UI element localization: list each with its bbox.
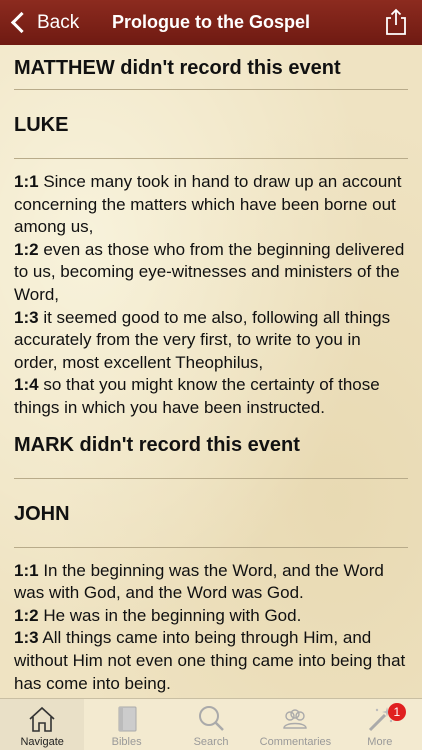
verse-number: 1:4	[14, 375, 39, 395]
tab-label: Navigate	[20, 736, 64, 748]
luke-heading: LUKE	[14, 114, 69, 136]
verse-text: He was in the beginning with God.	[43, 605, 302, 625]
luke-verses: 1:1 Since many took in hand to draw up a…	[14, 171, 408, 420]
tab-search[interactable]: Search	[169, 699, 253, 750]
share-icon[interactable]	[384, 8, 408, 36]
john-verses: 1:1 In the beginning was the Word, and t…	[14, 560, 408, 696]
verse-number: 1:3	[14, 307, 39, 327]
people-icon	[283, 709, 308, 729]
verse-text: In the beginning was the Word, and the W…	[14, 560, 384, 603]
notification-badge: 1	[387, 703, 406, 721]
matthew-heading: MATTHEW didn't record this event	[14, 57, 341, 79]
search-icon	[199, 706, 224, 731]
tab-label: Search	[193, 736, 229, 748]
back-label: Back	[37, 11, 80, 33]
tab-label: Commentaries	[259, 736, 332, 748]
passage-content[interactable]: MATTHEW didn't record this event LUKE 1:…	[0, 45, 422, 698]
tab-bibles[interactable]: Bibles	[84, 699, 168, 750]
chevron-left-icon	[10, 11, 33, 34]
divider	[14, 158, 408, 159]
divider	[14, 546, 408, 548]
book-icon	[118, 706, 137, 732]
verse-number: 1:1	[14, 560, 39, 580]
verse-text: so that you might know the certainty of …	[14, 375, 380, 417]
tab-label: More	[367, 736, 393, 748]
tab-bar: Navigate Bibles Search Commentaries 1 Mo…	[0, 698, 422, 750]
tab-navigate[interactable]: Navigate	[0, 699, 85, 750]
tab-commentaries[interactable]: Commentaries	[253, 699, 337, 750]
navigation-bar: Back Prologue to the Gospel	[0, 0, 422, 45]
verse-number: 1:3	[14, 628, 39, 648]
verse-number: 1:1	[14, 172, 39, 191]
verse-text: it seemed good to me also, following all…	[14, 307, 391, 372]
mark-heading: MARK didn't record this event	[14, 433, 300, 456]
verse-number: 1:2	[14, 239, 39, 259]
back-button[interactable]: Back	[8, 0, 79, 45]
verse-text: even as those who from the beginning del…	[14, 239, 405, 304]
verse-number: 1:2	[14, 605, 39, 625]
verse-text: Since many took in hand to draw up an ac…	[14, 172, 402, 237]
verse-text: All things came into being through Him, …	[14, 628, 406, 693]
john-heading: JOHN	[14, 502, 70, 525]
tab-label: Bibles	[111, 736, 142, 748]
tab-more[interactable]: 1 More	[338, 699, 422, 750]
home-icon	[29, 706, 55, 732]
